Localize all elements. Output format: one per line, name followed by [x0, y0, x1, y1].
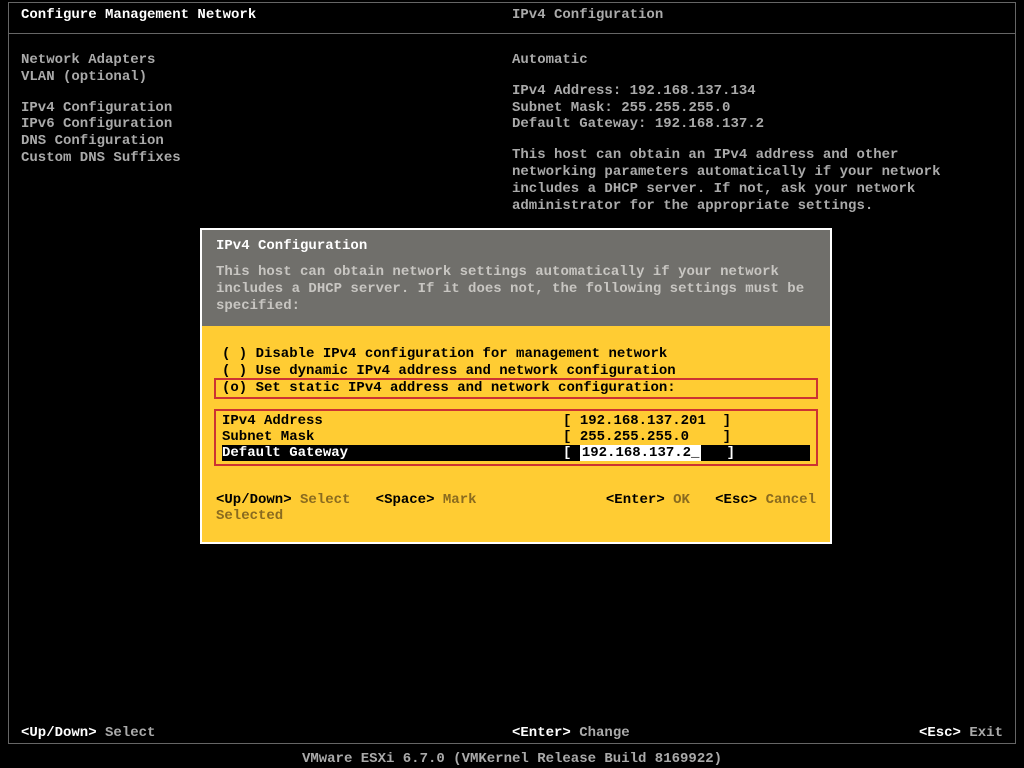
radio-dhcp-ipv4[interactable]: ( ) Use dynamic IPv4 address and network… — [216, 363, 816, 380]
info-mask: Subnet Mask: 255.255.255.0 — [512, 100, 1003, 117]
version-bar: VMware ESXi 6.7.0 (VMKernel Release Buil… — [0, 748, 1024, 768]
dialog-description: This host can obtain network settings au… — [216, 264, 816, 314]
static-fields: IPv4 Address [ 192.168.137.201 ] Subnet … — [216, 411, 816, 464]
radio-static-ipv4[interactable]: (o) Set static IPv4 address and network … — [216, 380, 816, 397]
info-panel: Automatic IPv4 Address: 192.168.137.134 … — [512, 52, 1003, 214]
menu-item-network-adapters[interactable]: Network Adapters — [21, 52, 512, 69]
info-paragraph: This host can obtain an IPv4 address and… — [512, 147, 982, 214]
hint-updown-label: Select — [105, 725, 155, 741]
title-bar: Configure Management Network IPv4 Config… — [9, 3, 1015, 34]
dlg-hint-updown-label: Select — [300, 492, 350, 508]
title-left: Configure Management Network — [21, 7, 512, 23]
hint-enter-label: Change — [579, 725, 629, 741]
hint-esc-key: <Esc> — [919, 725, 961, 741]
info-gw: Default Gateway: 192.168.137.2 — [512, 116, 1003, 133]
field-subnet-mask[interactable]: Subnet Mask [ 255.255.255.0 ] — [222, 429, 810, 445]
field-ipv4-address-label: IPv4 Address — [222, 413, 563, 429]
dlg-hint-esc-key: <Esc> — [715, 492, 757, 508]
field-default-gateway-label: Default Gateway — [222, 445, 563, 461]
menu-panel: Network Adapters VLAN (optional) IPv4 Co… — [21, 52, 512, 214]
title-right: IPv4 Configuration — [512, 7, 1003, 23]
info-auto: Automatic — [512, 52, 1003, 69]
field-default-gateway-value[interactable]: [ 192.168.137.2_ ] — [563, 445, 810, 461]
footer-hints: <Up/Down> Select <Enter> Change <Esc> Ex… — [9, 723, 1015, 743]
dlg-hint-esc-label: Cancel — [766, 492, 816, 508]
menu-item-suffixes[interactable]: Custom DNS Suffixes — [21, 150, 512, 167]
dialog-title: IPv4 Configuration — [216, 238, 816, 254]
dialog-hints: <Up/Down> Select <Space> Mark Selected <… — [216, 492, 816, 530]
info-ipv4: IPv4 Address: 192.168.137.134 — [512, 83, 1003, 100]
dlg-hint-updown-key: <Up/Down> — [216, 492, 292, 508]
dialog-body: ( ) Disable IPv4 configuration for manag… — [202, 326, 830, 541]
hint-enter-key: <Enter> — [512, 725, 571, 741]
field-subnet-mask-value[interactable]: [ 255.255.255.0 ] — [563, 429, 810, 445]
menu-item-ipv4[interactable]: IPv4 Configuration — [21, 100, 512, 117]
dlg-hint-space-key: <Space> — [376, 492, 435, 508]
radio-disable-ipv4[interactable]: ( ) Disable IPv4 configuration for manag… — [216, 346, 816, 363]
ipv4-config-dialog: IPv4 Configuration This host can obtain … — [200, 228, 832, 544]
dlg-hint-enter-label: OK — [673, 492, 690, 508]
dlg-hint-enter-key: <Enter> — [606, 492, 665, 508]
menu-item-vlan[interactable]: VLAN (optional) — [21, 69, 512, 86]
menu-item-ipv6[interactable]: IPv6 Configuration — [21, 116, 512, 133]
hint-updown-key: <Up/Down> — [21, 725, 97, 741]
field-ipv4-address-value[interactable]: [ 192.168.137.201 ] — [563, 413, 810, 429]
field-subnet-mask-label: Subnet Mask — [222, 429, 563, 445]
field-default-gateway[interactable]: Default Gateway [ 192.168.137.2_ ] — [222, 445, 810, 461]
body: Network Adapters VLAN (optional) IPv4 Co… — [9, 34, 1015, 214]
gateway-input[interactable]: 192.168.137.2_ — [580, 445, 702, 461]
field-ipv4-address[interactable]: IPv4 Address [ 192.168.137.201 ] — [222, 413, 810, 429]
hint-esc-label: Exit — [969, 725, 1003, 741]
dialog-header: IPv4 Configuration This host can obtain … — [202, 230, 830, 326]
menu-item-dns[interactable]: DNS Configuration — [21, 133, 512, 150]
